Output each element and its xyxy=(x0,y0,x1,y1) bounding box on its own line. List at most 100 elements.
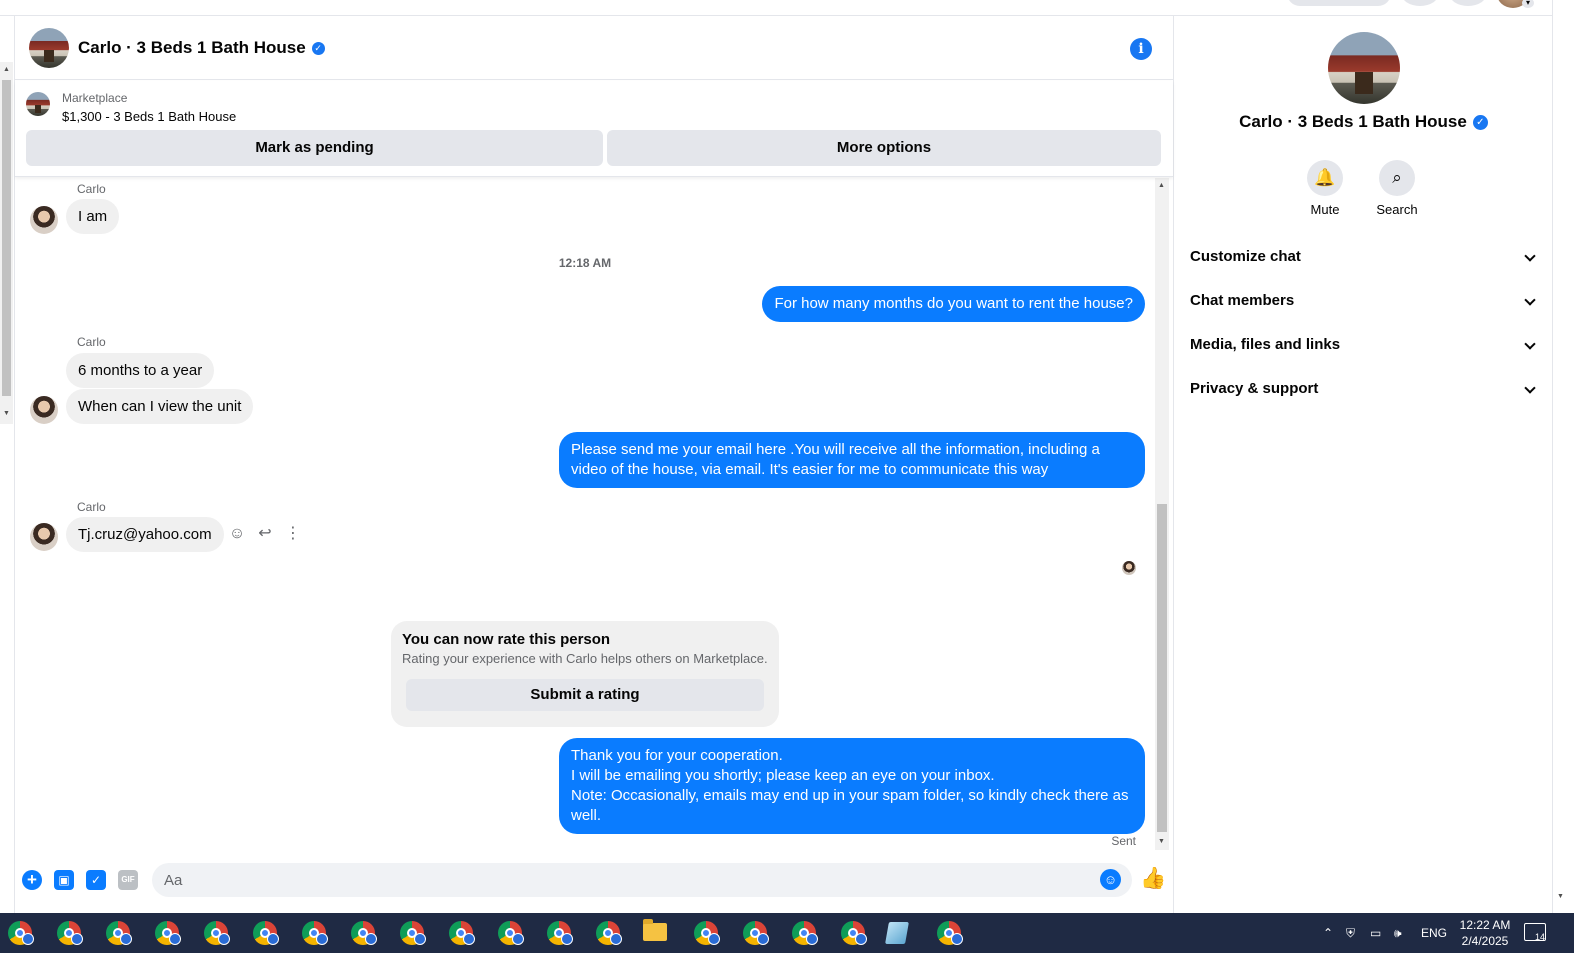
notepad-icon[interactable] xyxy=(885,922,909,944)
mark-as-pending-button[interactable]: Mark as pending xyxy=(26,130,603,166)
chrome-icon[interactable] xyxy=(841,921,867,945)
message-input[interactable] xyxy=(152,863,1132,897)
chrome-icon[interactable] xyxy=(498,921,524,945)
top-notifications-button[interactable] xyxy=(1449,0,1487,6)
sender-name: Carlo xyxy=(77,500,106,514)
incoming-message[interactable]: Tj.cruz@yahoo.com xyxy=(66,517,224,552)
mute-label: Mute xyxy=(1310,202,1340,217)
show-hidden-icons-icon[interactable]: ⌃ xyxy=(1323,913,1333,953)
chrome-icon[interactable] xyxy=(596,921,622,945)
page-scrollbar[interactable]: ▲ ▼ xyxy=(0,62,13,424)
profile-avatar[interactable] xyxy=(1328,32,1400,104)
notification-center-icon[interactable]: 14 xyxy=(1524,923,1546,942)
emoji-icon[interactable]: ☺ xyxy=(1100,869,1121,890)
plus-icon[interactable]: + xyxy=(22,870,42,890)
thumbs-up-icon[interactable]: 👍 xyxy=(1140,867,1166,891)
volume-icon[interactable]: 🕪 xyxy=(1394,913,1402,953)
sender-avatar[interactable] xyxy=(30,523,58,551)
messenger-window: ▾ ▲ ▼ Carlo · 3 Beds 1 Bath House ✓ i Mar… xyxy=(0,0,1574,913)
more-vertical-icon[interactable]: ⋮ xyxy=(283,524,303,544)
incoming-message[interactable]: 6 months to a year xyxy=(66,353,215,388)
clock[interactable]: 12:22 AM 2/4/2025 xyxy=(1453,917,1517,949)
seen-by-avatar xyxy=(1122,561,1136,575)
scroll-up-arrow-icon[interactable]: ▲ xyxy=(1158,182,1165,189)
profile-badge-icon xyxy=(708,933,720,945)
profile-badge-icon xyxy=(218,933,230,945)
reply-icon[interactable]: ↩ xyxy=(255,524,275,544)
photo-icon[interactable]: ▣ xyxy=(54,870,74,890)
sticker-icon[interactable]: ✓ xyxy=(86,870,106,890)
scroll-down-arrow-icon[interactable]: ▼ xyxy=(1557,893,1564,900)
message-composer: + ▣ ✓ GIF ☺ 👍 xyxy=(15,858,1173,904)
chat-scrollbar[interactable]: ▲ ▼ xyxy=(1155,178,1169,850)
profile-badge-icon xyxy=(120,933,132,945)
media-files-links-row[interactable]: Media, files and links xyxy=(1190,336,1538,360)
profile-badge-icon xyxy=(169,933,181,945)
outgoing-message[interactable]: Please send me your email here .You will… xyxy=(559,432,1145,488)
sender-avatar[interactable] xyxy=(30,396,58,424)
bell-icon[interactable]: 🔔 xyxy=(1307,160,1343,196)
chrome-icon[interactable] xyxy=(57,921,83,945)
chrome-icon[interactable] xyxy=(743,921,769,945)
search-icon[interactable]: ⌕ xyxy=(1379,160,1415,196)
chrome-icon[interactable] xyxy=(253,921,279,945)
sender-avatar[interactable] xyxy=(30,206,58,234)
chrome-icon[interactable] xyxy=(694,921,720,945)
file-explorer-icon[interactable] xyxy=(643,919,667,941)
chrome-icon[interactable] xyxy=(400,921,426,945)
notification-count: 14 xyxy=(1534,932,1545,942)
outgoing-message[interactable]: Thank you for your cooperation. I will b… xyxy=(559,738,1145,834)
search-action[interactable]: ⌕ Search xyxy=(1369,160,1425,217)
page-scrollbar-thumb[interactable] xyxy=(2,80,11,396)
top-menu-button[interactable] xyxy=(1401,0,1439,6)
conversation-avatar[interactable] xyxy=(29,28,69,68)
privacy-support-row[interactable]: Privacy & support xyxy=(1190,380,1538,404)
outgoing-message[interactable]: For how many months do you want to rent … xyxy=(762,286,1145,322)
react-emoji-icon[interactable]: ☺ xyxy=(227,524,247,544)
chrome-icon[interactable] xyxy=(106,921,132,945)
submit-rating-button[interactable]: Submit a rating xyxy=(406,679,764,711)
chrome-icon[interactable] xyxy=(937,921,963,945)
conversation-title[interactable]: Carlo · 3 Beds 1 Bath House ✓ xyxy=(78,38,325,58)
profile-badge-icon xyxy=(806,933,818,945)
incoming-message[interactable]: When can I view the unit xyxy=(66,389,254,424)
customize-chat-row[interactable]: Customize chat xyxy=(1190,248,1538,272)
scroll-up-arrow-icon[interactable]: ▲ xyxy=(3,66,10,73)
chrome-icon[interactable] xyxy=(547,921,573,945)
more-options-button[interactable]: More options xyxy=(607,130,1161,166)
mute-action[interactable]: 🔔 Mute xyxy=(1297,160,1353,217)
chrome-icon[interactable] xyxy=(204,921,230,945)
top-search-pill[interactable] xyxy=(1287,0,1391,6)
profile-badge-icon xyxy=(22,933,34,945)
window-scrollbar[interactable]: ▼ xyxy=(1552,0,1574,913)
profile-badge-icon xyxy=(757,933,769,945)
listing-thumbnail[interactable] xyxy=(26,92,50,116)
chrome-icon[interactable] xyxy=(155,921,181,945)
chat-scrollbar-thumb[interactable] xyxy=(1157,504,1167,832)
verified-badge-icon: ✓ xyxy=(311,42,325,55)
chrome-icon[interactable] xyxy=(351,921,377,945)
scroll-down-arrow-icon[interactable]: ▼ xyxy=(3,410,10,417)
language-indicator[interactable]: ENG xyxy=(1421,913,1447,953)
chat-members-row[interactable]: Chat members xyxy=(1190,292,1538,316)
sender-name: Carlo xyxy=(77,335,106,349)
chrome-icon[interactable] xyxy=(8,921,34,945)
chrome-icon[interactable] xyxy=(449,921,475,945)
listing-title[interactable]: $1,300 - 3 Beds 1 Bath House xyxy=(62,109,236,124)
chrome-icon[interactable] xyxy=(302,921,328,945)
rating-card: You can now rate this person Rating your… xyxy=(391,621,779,727)
chrome-icon[interactable] xyxy=(792,921,818,945)
chat-header: Carlo · 3 Beds 1 Bath House ✓ i xyxy=(15,16,1173,80)
security-icon[interactable]: ⛨ xyxy=(1346,913,1355,953)
conversation-details-panel: Carlo · 3 Beds 1 Bath House ✓ 🔔 Mute ⌕ Se… xyxy=(1173,16,1552,913)
profile-badge-icon xyxy=(414,933,426,945)
info-icon[interactable]: i xyxy=(1130,38,1152,60)
incoming-message[interactable]: I am xyxy=(66,199,120,234)
profile-badge-icon xyxy=(267,933,279,945)
gif-icon[interactable]: GIF xyxy=(118,870,138,890)
network-icon[interactable]: ▭ xyxy=(1370,913,1381,953)
scroll-down-arrow-icon[interactable]: ▼ xyxy=(1158,838,1165,845)
profile-badge-icon xyxy=(463,933,475,945)
message-list: Carlo I am 12:18 AM For how many months … xyxy=(15,178,1155,858)
chevron-down-icon[interactable]: ▾ xyxy=(1522,0,1534,8)
